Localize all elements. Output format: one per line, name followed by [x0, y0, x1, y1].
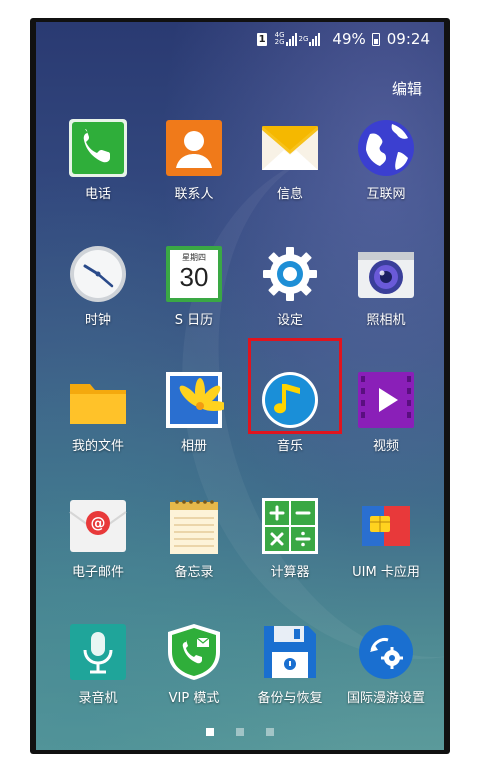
app-label: 设定: [276, 313, 303, 328]
app-calendar[interactable]: 星期四 30 S 日历: [144, 244, 244, 328]
shield-phone-icon: [164, 622, 224, 682]
app-voice-recorder[interactable]: 录音机: [48, 622, 148, 706]
home-screen: 1 4G 2G 2G 49% 09:24 编辑 电话 联系人 信息 互联网 时钟…: [36, 22, 444, 750]
svg-text:@: @: [91, 514, 106, 532]
app-label: 视频: [372, 439, 399, 454]
app-label: 计算器: [270, 565, 310, 580]
gear-icon: [260, 244, 320, 304]
battery-percent: 49%: [332, 30, 366, 48]
app-video[interactable]: 视频: [336, 370, 436, 454]
settings-highlight-box: [248, 338, 342, 434]
roaming-gear-icon: [356, 622, 416, 682]
app-contacts[interactable]: 联系人: [144, 118, 244, 202]
app-label: 照相机: [366, 313, 406, 328]
app-label: 信息: [276, 187, 303, 202]
signal-icon: 4G 2G 2G: [275, 32, 323, 46]
microphone-icon: [68, 622, 128, 682]
app-label: 录音机: [78, 691, 118, 706]
camera-icon: [356, 244, 416, 304]
app-label: 国际漫游设置: [346, 691, 425, 706]
app-settings[interactable]: 设定: [240, 244, 340, 328]
app-label: 联系人: [174, 187, 214, 202]
app-my-files[interactable]: 我的文件: [48, 370, 148, 454]
app-label: 备份与恢复: [257, 691, 323, 706]
page-dot-3[interactable]: [266, 728, 274, 736]
contacts-icon: [164, 118, 224, 178]
app-uim-card[interactable]: UIM 卡应用: [336, 496, 436, 580]
app-vip-mode[interactable]: VIP 模式: [144, 622, 244, 706]
video-icon: [356, 370, 416, 430]
app-gallery[interactable]: 相册: [144, 370, 244, 454]
envelope-icon: [260, 118, 320, 178]
memo-icon: [164, 496, 224, 556]
sim-card-app-icon: [356, 496, 416, 556]
app-label: 音乐: [276, 439, 303, 454]
app-roaming-settings[interactable]: 国际漫游设置: [336, 622, 436, 706]
app-memo[interactable]: 备忘录: [144, 496, 244, 580]
app-camera[interactable]: 照相机: [336, 244, 436, 328]
app-label: UIM 卡应用: [352, 565, 420, 580]
page-dot-2[interactable]: [236, 728, 244, 736]
gallery-icon: [164, 370, 228, 430]
app-messages[interactable]: 信息: [240, 118, 340, 202]
calculator-icon: [260, 496, 320, 556]
app-backup-restore[interactable]: 备份与恢复: [240, 622, 340, 706]
phone-icon: [68, 118, 128, 178]
status-bar: 1 4G 2G 2G 49% 09:24: [36, 22, 444, 56]
clock-icon: [68, 244, 128, 304]
app-email[interactable]: @ 电子邮件: [48, 496, 148, 580]
app-calculator[interactable]: 计算器: [240, 496, 340, 580]
page-indicator[interactable]: [36, 728, 444, 736]
app-internet[interactable]: 互联网: [336, 118, 436, 202]
phone-frame: 1 4G 2G 2G 49% 09:24 编辑 电话 联系人 信息 互联网 时钟…: [30, 18, 450, 754]
app-label: VIP 模式: [168, 691, 220, 706]
app-label: 备忘录: [174, 565, 214, 580]
app-label: 时钟: [84, 313, 111, 328]
app-label: 我的文件: [71, 439, 124, 454]
calendar-icon: 星期四 30: [164, 244, 224, 304]
globe-icon: [356, 118, 416, 178]
battery-icon: [371, 32, 380, 46]
page-dot-1[interactable]: [206, 728, 214, 736]
app-label: 相册: [180, 439, 207, 454]
app-label: S 日历: [174, 313, 214, 328]
folder-icon: [68, 370, 128, 430]
app-label: 电话: [84, 187, 111, 202]
app-clock[interactable]: 时钟: [48, 244, 148, 328]
app-phone[interactable]: 电话: [48, 118, 148, 202]
edit-button[interactable]: 编辑: [392, 78, 422, 99]
app-label: 互联网: [366, 187, 406, 202]
floppy-disk-icon: [260, 622, 320, 682]
clock-time: 09:24: [386, 30, 430, 48]
app-label: 电子邮件: [71, 565, 124, 580]
email-icon: @: [68, 496, 128, 556]
sim-card-icon: 1: [256, 32, 267, 46]
